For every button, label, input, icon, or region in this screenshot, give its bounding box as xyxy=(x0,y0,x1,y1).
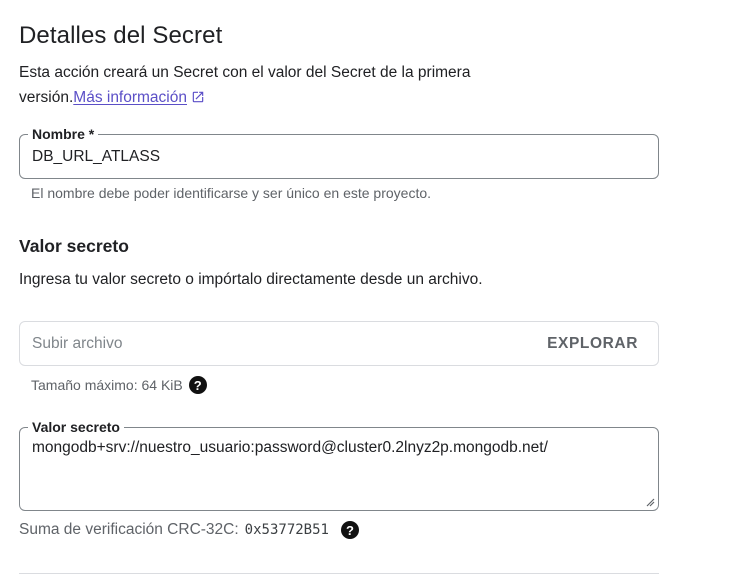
help-icon[interactable]: ? xyxy=(188,376,207,394)
checksum-row: Suma de verificación CRC-32C: 0x53772B51… xyxy=(19,521,359,539)
external-link-icon[interactable] xyxy=(191,90,205,104)
file-upload-field[interactable]: Subir archivo EXPLORAR xyxy=(19,321,659,366)
checksum-label: Suma de verificación CRC-32C: xyxy=(19,521,239,538)
name-field[interactable]: Nombre * DB_URL_ATLASS xyxy=(19,125,659,179)
secret-value-field[interactable]: Valor secreto mongodb+srv://nuestro_usua… xyxy=(19,418,659,511)
secret-value-description: Ingresa tu valor secreto o impórtalo dir… xyxy=(19,271,483,288)
browse-button[interactable]: EXPLORAR xyxy=(539,330,646,358)
secret-value-label: Valor secreto xyxy=(28,418,124,436)
page-title: Detalles del Secret xyxy=(19,22,223,49)
name-field-label: Nombre * xyxy=(28,125,99,143)
help-icon[interactable]: ? xyxy=(340,521,359,539)
secret-value-section-title: Valor secreto xyxy=(19,236,129,256)
resize-handle-icon[interactable] xyxy=(645,497,655,507)
divider xyxy=(19,573,659,574)
learn-more-link[interactable]: Más información xyxy=(73,89,187,106)
intro-paragraph: Esta acción creará un Secret con el valo… xyxy=(19,60,539,110)
name-hint: El nombre debe poder identificarse y ser… xyxy=(31,185,432,201)
size-hint: Tamaño máximo: 64 KiB xyxy=(31,377,183,393)
checksum-value: 0x53772B51 xyxy=(244,522,329,538)
upload-placeholder: Subir archivo xyxy=(32,335,123,352)
size-hint-row: Tamaño máximo: 64 KiB ? xyxy=(31,376,207,394)
secret-value-textarea[interactable]: mongodb+srv://nuestro_usuario:password@c… xyxy=(32,439,548,457)
name-input[interactable]: DB_URL_ATLASS xyxy=(32,148,160,166)
learn-more-label: Más información xyxy=(73,89,187,106)
